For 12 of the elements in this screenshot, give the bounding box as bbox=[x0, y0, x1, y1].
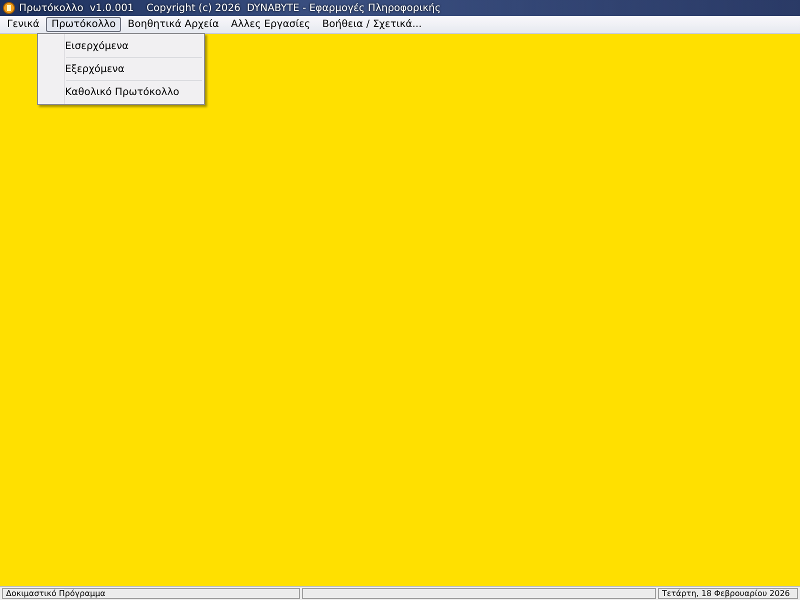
menu-item[interactable]: Γενικά bbox=[2, 17, 44, 32]
window-title: Πρωτόκολλο v1.0.001 Copyright (c) 2026 DYNABYTE - Εφαρμογές Πληροφορικής bbox=[19, 2, 441, 14]
dropdown-item[interactable]: Εισερχόμενα bbox=[38, 36, 204, 56]
status-panel: Δοκιμαστικό Πρόγραμμα bbox=[2, 588, 300, 599]
status-panel: Τετάρτη, 18 Φεβρουαρίου 2026 bbox=[658, 588, 798, 599]
dropdown-item[interactable]: Εξερχόμενα bbox=[38, 59, 204, 79]
menu-item[interactable]: Βοηθητικά Αρχεία bbox=[122, 17, 224, 32]
menu-item[interactable]: Βοήθεια / Σχετικά... bbox=[317, 17, 427, 32]
dropdown-item[interactable]: Καθολικό Πρωτόκολλο bbox=[38, 82, 204, 102]
menu-item[interactable]: Πρωτόκολλο bbox=[46, 17, 121, 32]
menu-item[interactable]: Αλλες Εργασίες bbox=[226, 17, 316, 32]
app-icon bbox=[3, 2, 15, 14]
